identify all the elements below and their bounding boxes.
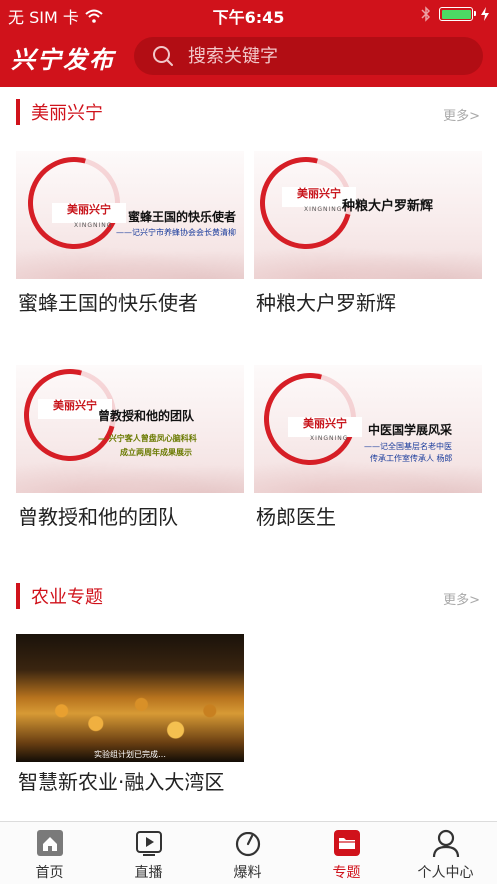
tab-home[interactable]: 首页: [0, 822, 99, 884]
more-link[interactable]: 更多>: [443, 105, 480, 124]
tab-label: 个人中心: [417, 865, 474, 881]
thumb-logo-sub: XINGNING: [304, 206, 343, 213]
section-title: 美丽兴宁: [31, 103, 103, 124]
thumb-headline: 曾教授和他的团队: [98, 409, 195, 423]
status-right: [421, 6, 489, 22]
section-marker: [16, 583, 20, 609]
article-title: 蜜蜂王国的快乐使者: [18, 291, 198, 315]
article-thumbnail: 美丽兴宁 曾教授和他的团队 — 兴宁客人曾盘凤心脑科科 成立两周年成果展示: [16, 365, 244, 493]
tab-label: 首页: [35, 865, 64, 881]
article-title: 种粮大户罗新辉: [256, 291, 396, 315]
section-header-agriculture: 农业专题 更多>: [0, 581, 497, 621]
top-bar: 无 SIM 卡 下午6:45 兴宁发布: [0, 0, 497, 87]
article-card[interactable]: 美丽兴宁 XINGNING 中医国学展风采 ——记全国基层名老中医 传承工作室传…: [254, 365, 482, 545]
report-icon: [235, 829, 261, 857]
app-title: 兴宁发布: [11, 46, 115, 74]
user-icon: [432, 829, 460, 858]
thumb-subtitle-2: 成立两周年成果展示: [120, 448, 192, 457]
article-title: 曾教授和他的团队: [18, 505, 178, 529]
thumb-caption: 实验组计划已完成…: [94, 750, 166, 759]
thumb-headline: 蜜蜂王国的快乐使者: [128, 210, 237, 224]
thumb-subtitle-2: 传承工作室传承人 杨郎: [370, 454, 453, 463]
article-title: 智慧新农业·融入大湾区: [18, 770, 225, 794]
article-card[interactable]: 实验组计划已完成… 智慧新农业·融入大湾区: [16, 634, 244, 820]
bluetooth-icon: [421, 6, 431, 22]
live-icon: [136, 831, 162, 856]
search-icon: [153, 46, 173, 66]
thumb-headline: 种粮大户罗新辉: [342, 199, 434, 214]
thumb-logo: 美丽兴宁: [52, 203, 126, 223]
thumb-logo-sub: XINGNING: [310, 435, 349, 442]
nav-bar: 兴宁发布: [0, 28, 497, 87]
article-card[interactable]: 美丽兴宁 XINGNING 蜜蜂王国的快乐使者 ——记兴宁市养蜂协会会长黄清柳 …: [16, 151, 244, 331]
tab-topics[interactable]: 专题: [297, 822, 396, 884]
thumb-headline: 中医国学展风采: [368, 423, 453, 437]
tab-profile[interactable]: 个人中心: [396, 822, 495, 884]
tab-label: 爆料: [233, 865, 262, 881]
more-link[interactable]: 更多>: [443, 589, 480, 608]
status-bar: 无 SIM 卡 下午6:45: [0, 0, 497, 28]
thumb-subtitle: ——记兴宁市养蜂协会会长黄清柳: [116, 228, 236, 237]
article-thumbnail: 美丽兴宁 XINGNING 种粮大户罗新辉: [254, 151, 482, 279]
section-marker: [16, 99, 20, 125]
thumb-subtitle: — 兴宁客人曾盘凤心脑科科: [98, 434, 197, 443]
thumb-subtitle: ——记全国基层名老中医: [364, 442, 452, 451]
charging-icon: [481, 7, 489, 21]
battery-icon: [439, 7, 476, 21]
tab-report[interactable]: 爆料: [198, 822, 297, 884]
article-thumbnail: 美丽兴宁 XINGNING 蜜蜂王国的快乐使者 ——记兴宁市养蜂协会会长黄清柳: [16, 151, 244, 279]
article-card[interactable]: 美丽兴宁 XINGNING 种粮大户罗新辉 种粮大户罗新辉: [254, 151, 482, 331]
folder-icon: [334, 830, 360, 856]
home-icon: [37, 830, 63, 856]
search-input[interactable]: [186, 44, 450, 68]
tab-label: 直播: [134, 865, 163, 881]
thumb-logo: 美丽兴宁: [288, 417, 362, 437]
tab-bar: 首页 直播 爆料 专题 个人中心: [0, 821, 497, 884]
article-title: 杨郎医生: [256, 505, 336, 529]
article-thumbnail: 实验组计划已完成…: [16, 634, 244, 762]
tab-live[interactable]: 直播: [99, 822, 198, 884]
thumb-logo-sub: XINGNING: [74, 222, 113, 229]
search-box[interactable]: [134, 37, 483, 75]
section-header-beautiful-xingning: 美丽兴宁 更多>: [0, 97, 497, 137]
tab-label: 专题: [332, 865, 361, 881]
article-thumbnail: 美丽兴宁 XINGNING 中医国学展风采 ——记全国基层名老中医 传承工作室传…: [254, 365, 482, 493]
article-card[interactable]: 美丽兴宁 曾教授和他的团队 — 兴宁客人曾盘凤心脑科科 成立两周年成果展示 曾教…: [16, 365, 244, 545]
section-title: 农业专题: [31, 587, 103, 608]
